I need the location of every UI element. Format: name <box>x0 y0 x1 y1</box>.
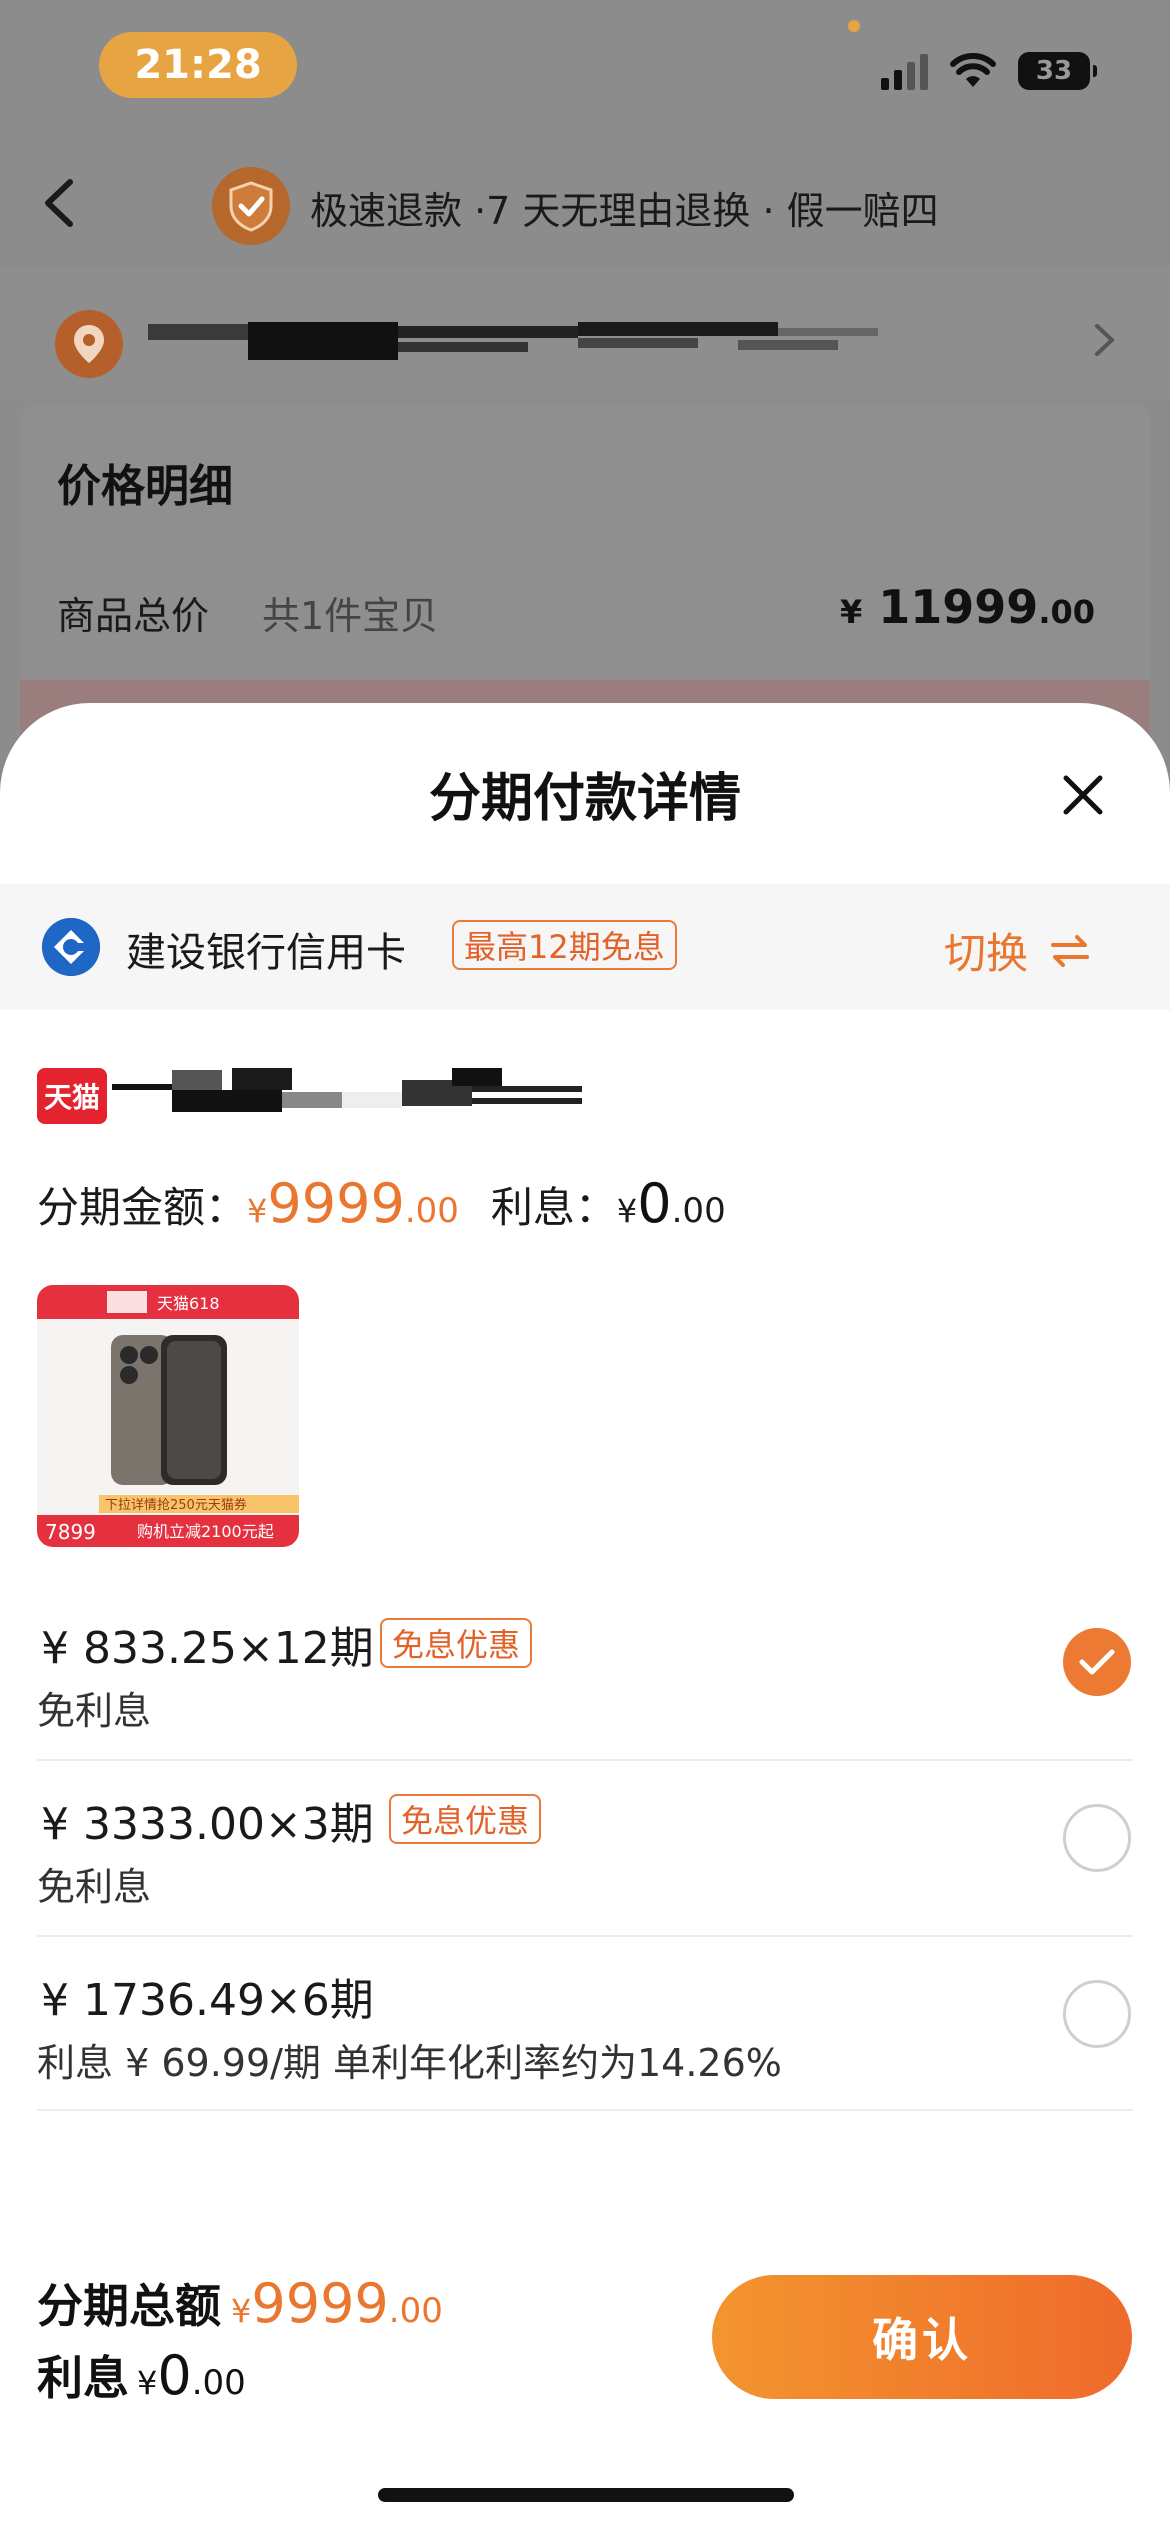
total-value: 9999 <box>251 2272 389 2335</box>
plan-option-12[interactable]: ¥ 833.25×12期 免息优惠 免利息 <box>37 1612 1133 1790</box>
divider <box>37 2109 1133 2111</box>
ccb-bank-logo-icon <box>42 918 100 976</box>
price-detail-title: 价格明细 <box>57 461 233 512</box>
product-price: 7899 <box>45 1520 96 1544</box>
switch-label: 切换 <box>944 929 1029 978</box>
interest-free-badge: 最高12期免息 <box>452 920 677 970</box>
footer-interest-currency: ¥ <box>137 2364 158 2402</box>
switch-card-button[interactable]: 切换 <box>944 920 1090 981</box>
amount-label: 分期金额： <box>37 1183 248 1232</box>
status-time: 21:28 <box>99 32 297 98</box>
footer-interest-decimal: .00 <box>191 2363 246 2403</box>
goods-total-price: ¥ 11999.00 <box>839 580 1095 634</box>
tmall-logo: 天猫 <box>37 1068 107 1124</box>
radio-checked-icon[interactable] <box>1063 1628 1131 1696</box>
redacted-address <box>148 322 878 360</box>
total-amount: 分期总额 ¥ 9999 .00 <box>37 2270 443 2336</box>
home-indicator[interactable] <box>378 2488 794 2502</box>
plan-amount: ¥ 3333.00×3期 <box>41 1799 374 1850</box>
bank-name: 建设银行信用卡 <box>126 930 406 976</box>
sheet-title: 分期付款详情 <box>428 769 741 829</box>
footer-interest-value: 0 <box>157 2344 192 2407</box>
plan-option-6[interactable]: ¥ 1736.49×6期 利息 ¥ 69.99/期 单利年化利率约为14.26% <box>37 1964 1133 2142</box>
total-label: 分期总额 <box>37 2279 221 2333</box>
total-currency: ¥ <box>231 2292 252 2330</box>
shield-check-icon <box>212 167 290 245</box>
total-interest: 利息 ¥ 0 .00 <box>37 2342 246 2408</box>
interest-value: 0 <box>637 1172 672 1235</box>
plan-tag: 免息优惠 <box>380 1618 533 1668</box>
interest-currency: ¥ <box>616 1192 638 1230</box>
plan-interest: 利息 ¥ 69.99/期 单利年化利率约为14.26% <box>37 2041 782 2085</box>
radio-unchecked-icon[interactable] <box>1063 1980 1131 2048</box>
goods-total-label: 商品总价 <box>57 594 210 638</box>
plan-amount: ¥ 1736.49×6期 <box>41 1975 374 2026</box>
swap-arrows-icon <box>1051 934 1090 967</box>
goods-count: 共1件宝贝 <box>262 594 439 638</box>
cellular-signal-icon <box>881 52 928 90</box>
amount-value: 9999 <box>267 1172 405 1235</box>
back-arrow-icon[interactable] <box>40 178 76 228</box>
interest-label: 利息： <box>490 1183 617 1232</box>
interest-decimal: .00 <box>671 1191 726 1231</box>
footer-interest-label: 利息 <box>37 2351 129 2405</box>
plan-amount: ¥ 833.25×12期 <box>41 1623 374 1674</box>
product-image: 天猫618 下拉详情抢250元天猫券 7899 购机立减2100元起 <box>37 1285 299 1547</box>
service-guarantee-text: 极速退款 ·7 天无理由退换 · 假一赔四 <box>310 189 939 233</box>
confirm-button[interactable]: 确认 <box>712 2275 1132 2399</box>
location-pin-icon <box>55 310 123 378</box>
battery-icon: 33 <box>1018 52 1097 90</box>
wifi-icon <box>950 53 996 87</box>
radio-unchecked-icon[interactable] <box>1063 1804 1131 1872</box>
amount-decimal: .00 <box>404 1191 459 1231</box>
close-icon[interactable] <box>1058 770 1108 820</box>
product-badge: 天猫618 <box>157 1294 220 1313</box>
product-cut: 购机立减2100元起 <box>137 1522 274 1541</box>
plan-interest: 免利息 <box>37 1865 152 1909</box>
amount-currency: ¥ <box>247 1192 268 1230</box>
status-icons: 33 <box>881 52 1097 90</box>
plan-interest: 免利息 <box>37 1689 152 1733</box>
redacted-shop-name <box>112 1068 582 1112</box>
product-promo: 下拉详情抢250元天猫券 <box>105 1497 247 1513</box>
privacy-indicator-dot <box>848 20 860 32</box>
chevron-right-icon <box>1095 324 1115 356</box>
plan-tag: 免息优惠 <box>389 1794 542 1844</box>
total-decimal: .00 <box>388 2291 443 2331</box>
divider <box>37 1935 1133 1937</box>
plan-option-3[interactable]: ¥ 3333.00×3期 免息优惠 免利息 <box>37 1788 1133 1966</box>
divider <box>37 1759 1133 1761</box>
installment-amount-line: 分期金额： ¥ 9999 .00 利息： ¥ 0 .00 <box>37 1172 726 1235</box>
